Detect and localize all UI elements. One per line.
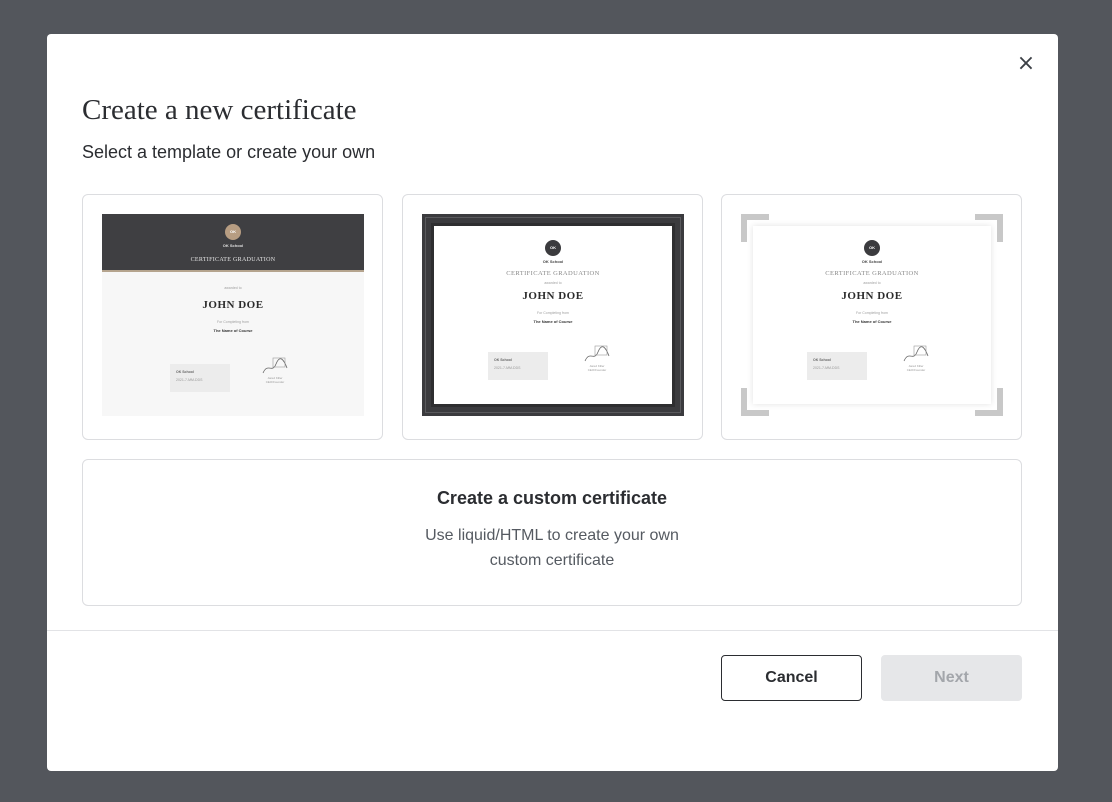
- create-certificate-dialog: × Create a new certificate Select a temp…: [47, 34, 1058, 771]
- custom-certificate-title: Create a custom certificate: [436, 488, 668, 508]
- certificate-title: CERTIFICATE GRADUATION: [190, 257, 276, 263]
- school-info-box: OK School 2021-7-MM-DDS: [170, 364, 230, 392]
- custom-certificate-card[interactable]: Create a custom certificate Use liquid/H…: [82, 459, 1022, 606]
- course-name: The Name of Course: [213, 328, 253, 333]
- school-name: OK School: [861, 259, 883, 264]
- footer-divider: [47, 630, 1058, 631]
- school-name: OK School: [222, 243, 244, 248]
- certificate-title: CERTIFICATE GRADUATION: [506, 270, 600, 277]
- signature-icon: Jared Killer CEO/Founder: [901, 344, 931, 372]
- signature-icon: Jared Killer CEO/Founder: [260, 356, 290, 384]
- course-name: The Name of Course: [852, 319, 892, 324]
- recipient-name: JOHN DOE: [522, 290, 584, 302]
- awarded-to: awarded to: [224, 286, 242, 290]
- next-button[interactable]: Next: [881, 655, 1022, 701]
- for-completing: For Completing from: [537, 311, 569, 315]
- school-logo-icon: OK: [225, 224, 241, 240]
- template-preview-3: OK OK School CERTIFICATE GRADUATION awar…: [741, 214, 1003, 416]
- template-card-3[interactable]: OK OK School CERTIFICATE GRADUATION awar…: [721, 194, 1022, 440]
- school-info-box: OK School 2021-7-MM-DDS: [807, 352, 867, 380]
- school-info-box: OK School 2021-7-MM-DDS: [488, 352, 548, 380]
- school-logo-icon: OK: [545, 240, 561, 256]
- close-icon[interactable]: ×: [1014, 52, 1038, 76]
- recipient-name: JOHN DOE: [202, 299, 264, 311]
- template-card-1[interactable]: OK OK School CERTIFICATE GRADUATION awar…: [82, 194, 383, 440]
- school-logo-icon: OK: [864, 240, 880, 256]
- template-preview-2: OK OK School CERTIFICATE GRADUATION awar…: [422, 214, 684, 416]
- awarded-to: awarded to: [544, 281, 562, 285]
- certificate-title: CERTIFICATE GRADUATION: [825, 270, 919, 277]
- cancel-button[interactable]: Cancel: [721, 655, 862, 701]
- dialog-subtitle: Select a template or create your own: [82, 142, 376, 162]
- awarded-to: awarded to: [863, 281, 881, 285]
- template-preview-1: OK OK School CERTIFICATE GRADUATION awar…: [102, 214, 364, 416]
- dialog-title: Create a new certificate: [82, 94, 357, 126]
- signature-icon: Jared Killer CEO/Founder: [582, 344, 612, 372]
- course-name: The Name of Course: [533, 319, 573, 324]
- custom-certificate-description: Use liquid/HTML to create your own custo…: [425, 527, 679, 569]
- template-card-2[interactable]: OK OK School CERTIFICATE GRADUATION awar…: [402, 194, 703, 440]
- recipient-name: JOHN DOE: [841, 290, 903, 302]
- for-completing: For Completing from: [856, 311, 888, 315]
- school-name: OK School: [542, 259, 564, 264]
- for-completing: For Completing from: [217, 320, 249, 324]
